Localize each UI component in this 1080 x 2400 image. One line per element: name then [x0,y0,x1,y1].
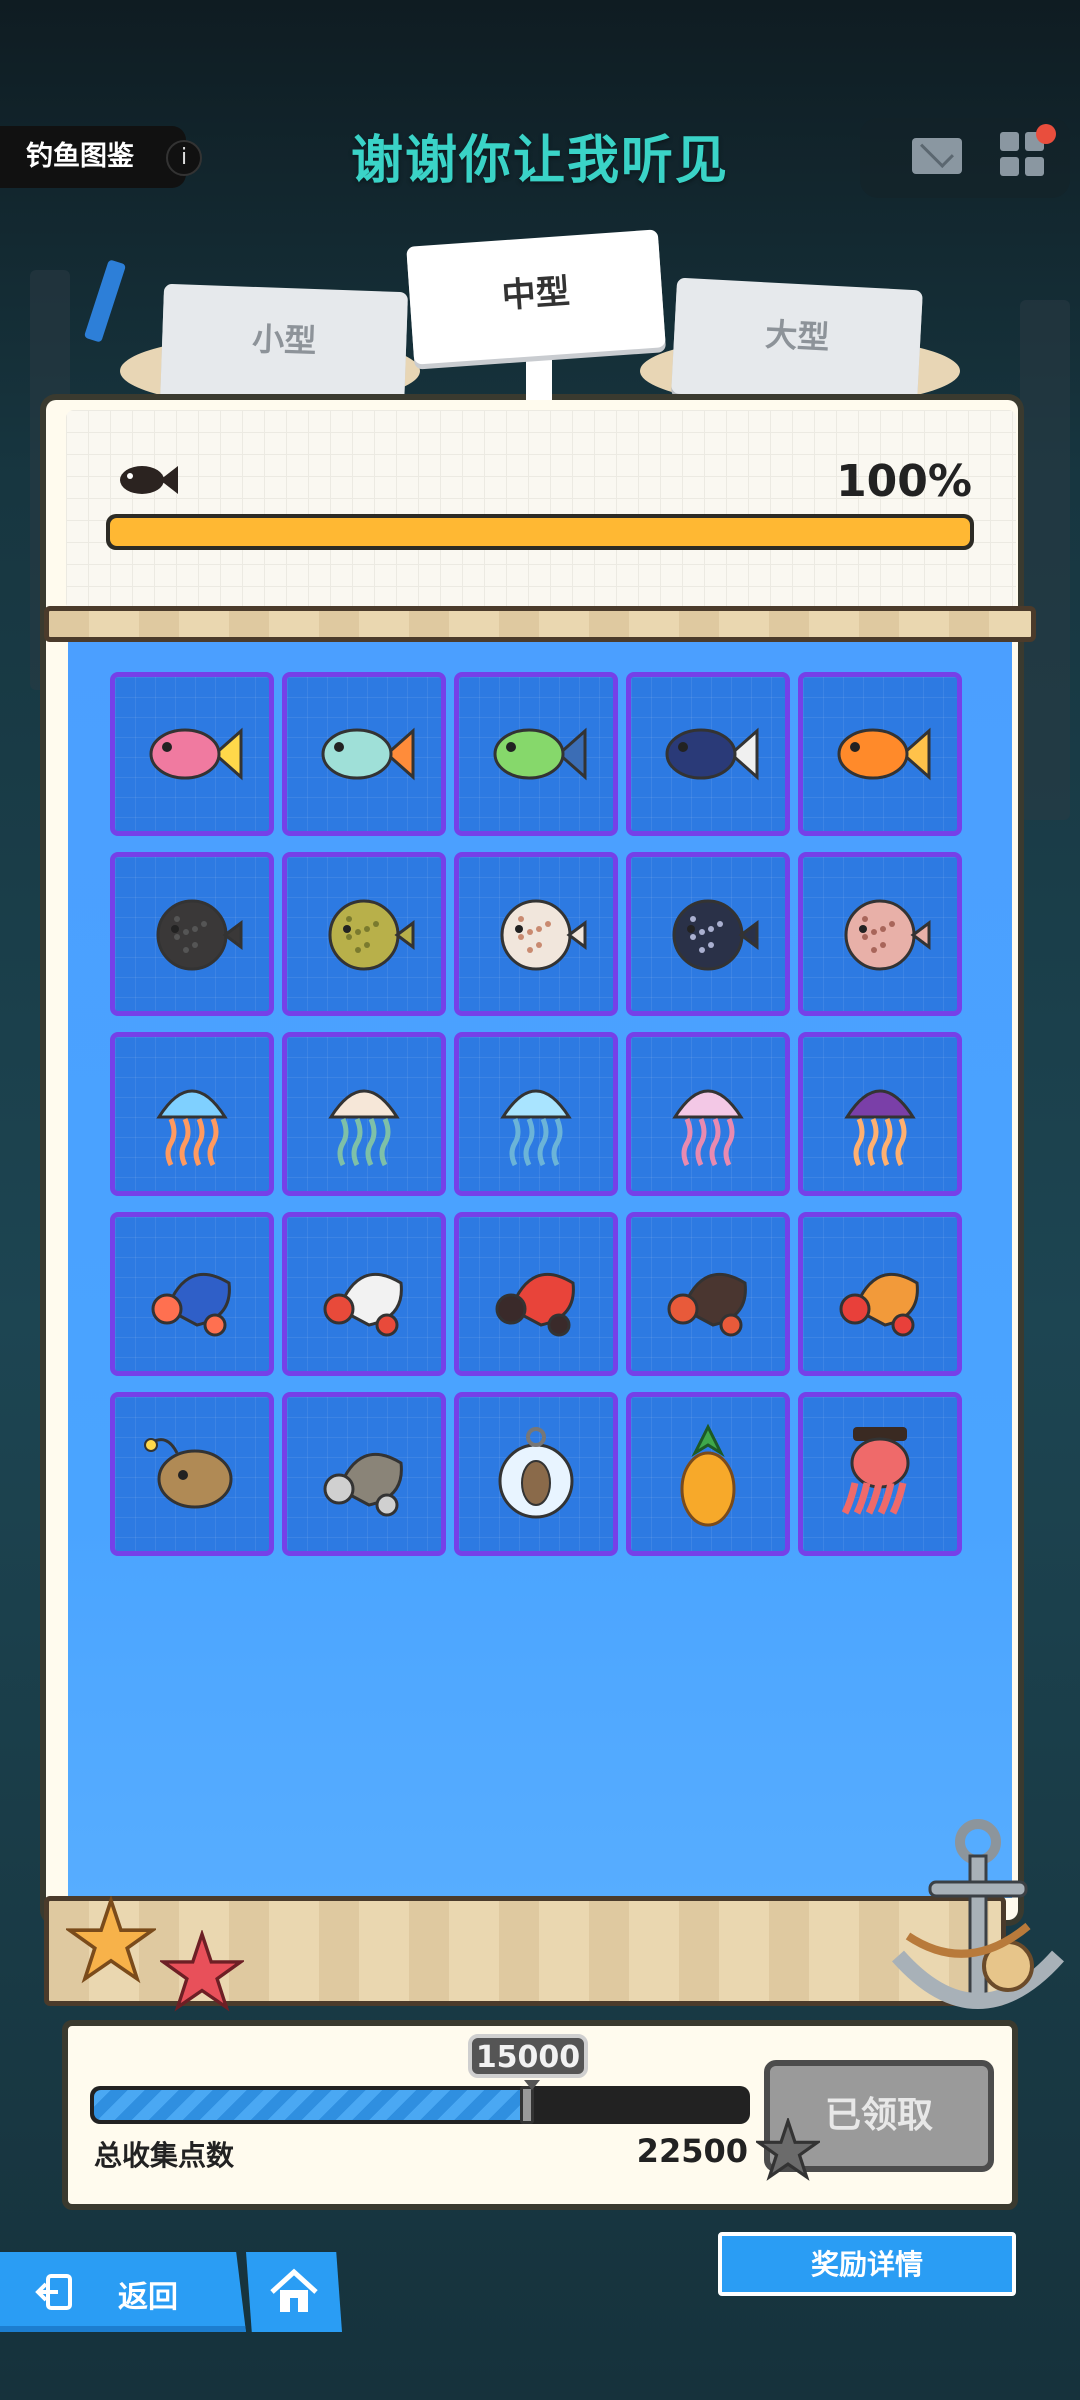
collection-slot[interactable] [110,1032,274,1196]
background-right-panel [1020,300,1070,820]
collection-slot[interactable] [454,1212,618,1376]
collection-slot[interactable] [798,672,962,836]
spiky-black-pufferfish-icon [156,899,243,971]
dark-blue-fish-icon [665,727,759,781]
tab-medium[interactable]: 中型 [406,229,666,365]
light-blue-jellyfish-icon [500,1089,572,1167]
completion-bar [106,514,974,550]
starfish-icon [66,1896,156,1984]
collection-slot[interactable] [454,1032,618,1196]
reward-progress-fill [94,2090,529,2120]
collection-slot[interactable] [454,852,618,1016]
red-hermit-crab-icon [495,1272,575,1337]
total-points-value: 22500 [636,2132,748,2170]
collection-slot[interactable] [798,1212,962,1376]
pineapple-icon [680,1423,736,1527]
knife-crab-icon [323,1452,403,1517]
exit-arrow-icon [35,2274,72,2310]
collection-slot[interactable] [626,852,790,1016]
pink-yellow-tail-fish-icon [149,727,243,781]
brown-hermit-crab-icon [667,1272,747,1337]
white-spotted-pufferfish-icon [500,899,587,971]
mail-icon[interactable] [912,138,962,174]
collection-slot[interactable] [798,852,962,1016]
page-title-tag: 钓鱼图鉴 [0,126,186,188]
progress-card [66,410,1016,610]
yellow-spotted-pufferfish-icon [328,899,415,971]
completion-percent: 100% [836,456,972,507]
collection-slot[interactable] [282,1212,446,1376]
collection-slot[interactable] [626,1032,790,1196]
collection-slot[interactable] [798,1032,962,1196]
marker-pointer [524,2080,540,2090]
collection-slot[interactable] [454,1392,618,1556]
tab-large[interactable]: 大型 [671,277,923,407]
collection-slot[interactable] [282,852,446,1016]
collection-grid [110,672,970,1556]
blue-jellyfish-icon [156,1089,228,1167]
pink-pufferfish-icon [844,899,931,971]
reward-progress-bar [90,2086,750,2124]
shovel-decoration [83,259,127,343]
collection-slot[interactable] [282,1032,446,1196]
collection-slot[interactable] [626,1392,790,1556]
navy-spotted-pufferfish-icon [672,899,759,971]
wood-plank-top [44,606,1036,642]
collection-slot[interactable] [626,1212,790,1376]
reward-details-button[interactable]: 奖励详情 [718,2232,1016,2296]
starfish-icon [160,1930,244,2012]
teal-puffer-fish-icon [321,727,415,781]
blue-hermit-crab-icon [151,1272,231,1337]
collection-slot[interactable] [110,1392,274,1556]
total-points-label: 总收集点数 [94,2139,235,2172]
orange-hermit-crab-icon [839,1272,919,1337]
collection-slot[interactable] [110,852,274,1016]
collection-slot[interactable] [454,672,618,836]
song-title: 谢谢你让我听见 [350,131,729,191]
completion-bar-fill [110,518,970,546]
collection-slot[interactable] [110,672,274,836]
info-icon[interactable]: i [166,140,202,176]
fish-silhouette-icon [120,466,178,494]
pink-jellyfish-icon [672,1089,744,1167]
back-button-label: 返回 [118,2280,178,2315]
cream-jellyfish-icon [328,1089,400,1167]
notification-dot [1036,124,1056,144]
red-white-hermit-crab-icon [323,1272,403,1337]
collection-slot[interactable] [626,672,790,836]
reward-progress-marker [520,2086,534,2124]
anglerfish-icon [144,1438,233,1509]
green-fish-icon [493,727,587,781]
collection-slot[interactable] [282,672,446,836]
pirate-octopus-icon [841,1427,910,1515]
otter-in-bubble-icon [498,1427,574,1519]
tab-small[interactable]: 小型 [159,283,409,413]
orange-goldfish-icon [837,727,931,781]
collection-slot[interactable] [798,1392,962,1556]
collection-slot[interactable] [110,1212,274,1376]
purple-jellyfish-icon [844,1089,916,1167]
anchor-icon [892,1819,1064,2009]
collection-slot[interactable] [282,1392,446,1556]
reward-milestone-label: 15000 [468,2034,588,2078]
home-icon [270,2268,318,2312]
starfish-icon [756,2118,820,2181]
